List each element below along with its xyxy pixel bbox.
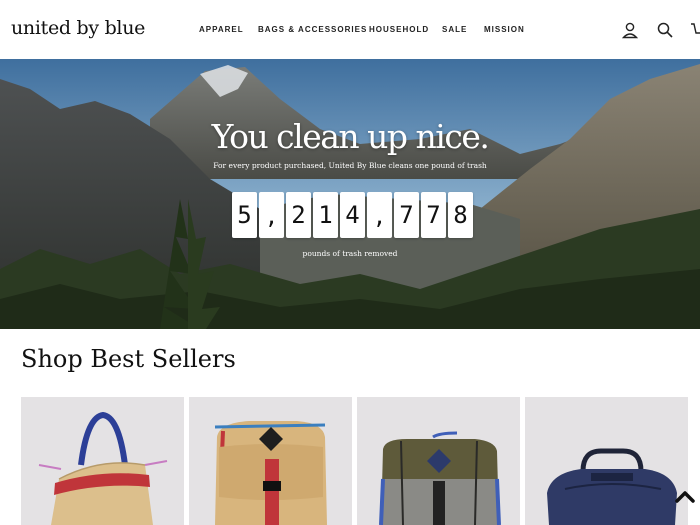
nav-item-sale[interactable]: SALE (442, 25, 467, 34)
hero-banner: You clean up nice. For every product pur… (0, 59, 700, 329)
hero-title: You clean up nice. (211, 117, 490, 156)
best-sellers-title: Shop Best Sellers (21, 345, 236, 373)
counter-digit: 7 (394, 192, 419, 238)
nav-item-apparel[interactable]: APPAREL (199, 25, 244, 34)
product-card-duffel[interactable] (525, 397, 688, 525)
counter-digit: 2 (286, 192, 311, 238)
trash-counter: 5 , 2 1 4 , 7 7 8 (232, 192, 475, 238)
nav-item-bags-accessories[interactable]: BAGS & ACCESSORIES (258, 25, 367, 34)
backpack-image (379, 431, 501, 525)
main-nav: APPAREL BAGS & ACCESSORIES HOUSEHOLD SAL… (0, 25, 700, 37)
scroll-to-top-button[interactable] (672, 484, 698, 510)
counter-digit: 4 (340, 192, 365, 238)
cart-icon[interactable] (690, 21, 700, 39)
nav-item-household[interactable]: HOUSEHOLD (369, 25, 429, 34)
account-icon[interactable] (621, 21, 639, 39)
nav-item-mission[interactable]: MISSION (484, 25, 525, 34)
product-card-tote[interactable] (21, 397, 184, 525)
hero-subtitle: For every product purchased, United By B… (213, 161, 487, 170)
product-card-backpack[interactable] (357, 397, 520, 525)
counter-digit: 7 (421, 192, 446, 238)
counter-digit: 8 (448, 192, 473, 238)
search-icon[interactable] (656, 21, 674, 39)
counter-caption: pounds of trash removed (302, 249, 398, 258)
counter-separator: , (259, 192, 284, 238)
rucksack-image (214, 421, 327, 525)
tote-bag-image (38, 411, 168, 525)
counter-digit: 5 (232, 192, 257, 238)
counter-digit: 1 (313, 192, 338, 238)
duffel-bag-image (547, 448, 677, 525)
counter-separator: , (367, 192, 392, 238)
site-header: united by blue APPAREL BAGS & ACCESSORIE… (0, 0, 700, 59)
product-card-rucksack[interactable] (189, 397, 352, 525)
